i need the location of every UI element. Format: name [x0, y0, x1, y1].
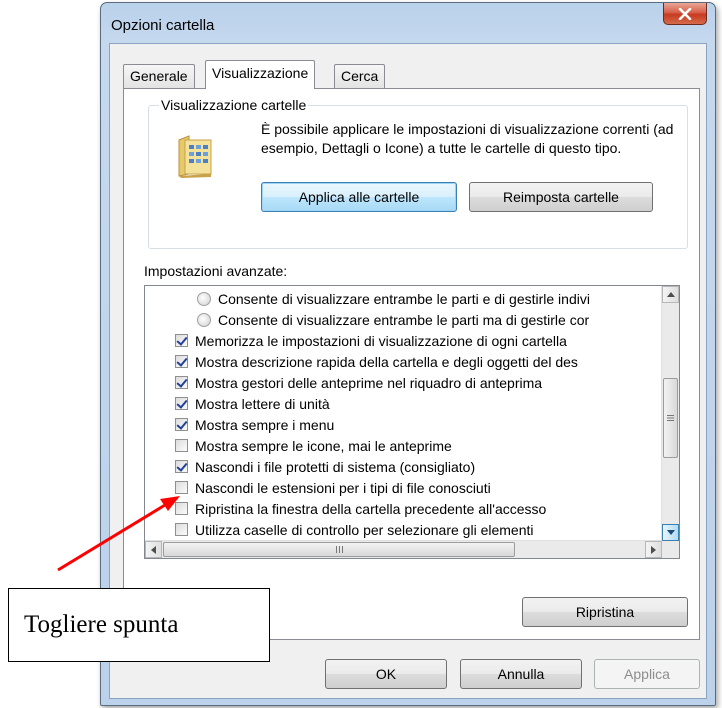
list-item[interactable]: Nascondi i file protetti di sistema (con… [175, 456, 475, 477]
horizontal-scrollbar[interactable] [145, 540, 662, 558]
vertical-scroll-thumb[interactable] [663, 378, 678, 458]
arrow-left-icon [151, 545, 156, 554]
restore-defaults-button[interactable]: Ripristina [522, 597, 688, 627]
annotation-callout: Togliere spunta [8, 588, 270, 662]
checkbox-checked[interactable] [175, 418, 188, 431]
horizontal-scroll-thumb[interactable] [163, 542, 515, 557]
list-item-label: Nascondi le estensioni per i tipi di fil… [195, 479, 491, 496]
checkbox-unchecked[interactable] [175, 439, 188, 452]
list-item[interactable]: Ripristina la finestra della cartella pr… [175, 498, 546, 519]
folder-view-icon [178, 135, 212, 178]
list-item-label: Consente di visualizzare entrambe le par… [218, 290, 590, 307]
apply-button: Applica [594, 659, 700, 689]
list-item[interactable]: Utilizza caselle di controllo per selezi… [175, 519, 534, 540]
tab-generale[interactable]: Generale [123, 64, 195, 88]
button-label: Annulla [497, 666, 545, 682]
list-item[interactable]: Mostra lettere di unità [175, 393, 330, 414]
tab-label: Cerca [341, 68, 379, 84]
list-item-hide-extensions[interactable]: Nascondi le estensioni per i tipi di fil… [175, 477, 491, 498]
apply-to-folders-button[interactable]: Applica alle cartelle [261, 182, 457, 212]
ok-button[interactable]: OK [325, 659, 447, 689]
folder-view-group: Visualizzazione cartelle È possibile app… [148, 97, 688, 249]
checkbox-checked[interactable] [175, 334, 188, 347]
vertical-scrollbar[interactable] [661, 286, 679, 541]
checkbox-checked[interactable] [175, 397, 188, 410]
arrow-right-icon [651, 545, 656, 554]
checkbox-unchecked[interactable] [175, 481, 188, 494]
close-icon [678, 7, 692, 20]
arrow-up-icon [666, 292, 675, 297]
scroll-right-button[interactable] [645, 541, 662, 558]
list-item-label: Memorizza le impostazioni di visualizzaz… [195, 332, 567, 349]
list-item-label: Mostra gestori delle anteprime nel riqua… [195, 374, 543, 391]
scroll-left-button[interactable] [145, 541, 162, 558]
list-item[interactable]: Mostra gestori delle anteprime nel riqua… [175, 372, 542, 393]
advanced-settings-label: Impostazioni avanzate: [144, 263, 288, 279]
checkbox-checked[interactable] [175, 355, 188, 368]
list-item-label: Consente di visualizzare entrambe le par… [218, 311, 590, 328]
tab-panel-visualizzazione: Visualizzazione cartelle È possibile app… [123, 88, 700, 640]
radio-button[interactable] [197, 312, 211, 327]
scroll-up-button[interactable] [662, 286, 679, 303]
list-item[interactable]: Consente di visualizzare entrambe le par… [197, 309, 589, 330]
list-item-label: Nascondi i file protetti di sistema (con… [195, 458, 476, 475]
checkbox-checked[interactable] [175, 460, 188, 473]
advanced-settings-list[interactable]: Consente di visualizzare entrambe le par… [144, 285, 680, 559]
checkbox-checked[interactable] [175, 376, 188, 389]
group-legend: Visualizzazione cartelle [159, 97, 309, 113]
scroll-corner [662, 541, 679, 558]
tab-label: Visualizzazione [212, 65, 309, 81]
cancel-button[interactable]: Annulla [460, 659, 582, 689]
grip-icon [335, 546, 343, 553]
reset-folders-button[interactable]: Reimposta cartelle [469, 182, 653, 212]
list-item[interactable]: Mostra sempre i menu [175, 414, 334, 435]
close-button[interactable] [663, 3, 707, 25]
checkbox-unchecked[interactable] [175, 502, 188, 515]
tab-visualizzazione[interactable]: Visualizzazione [205, 60, 316, 89]
arrow-down-icon [666, 530, 675, 535]
button-label: Ripristina [575, 604, 635, 620]
list-item[interactable]: Consente di visualizzare entrambe le par… [197, 288, 590, 309]
window-title: Opzioni cartella [111, 17, 215, 34]
button-label: Applica alle cartelle [298, 189, 420, 205]
list-item[interactable]: Mostra sempre le icone, mai le anteprime [175, 435, 452, 456]
list-item-label: Mostra sempre i menu [195, 416, 335, 433]
radio-button[interactable] [197, 291, 211, 306]
folder-view-description: È possibile applicare le impostazioni di… [261, 121, 674, 156]
list-item[interactable]: Memorizza le impostazioni di visualizzaz… [175, 330, 567, 351]
button-label: Applica [624, 666, 670, 682]
list-item-label: Ripristina la finestra della cartella pr… [195, 500, 547, 517]
list-item-label: Mostra lettere di unità [195, 395, 330, 412]
list-item-label: Mostra descrizione rapida della cartella… [195, 353, 578, 370]
tab-cerca[interactable]: Cerca [334, 64, 386, 88]
button-label: OK [375, 666, 397, 682]
list-item-label: Utilizza caselle di controllo per selezi… [195, 521, 534, 538]
list-item[interactable]: Mostra descrizione rapida della cartella… [175, 351, 578, 372]
button-label: Reimposta cartelle [503, 189, 619, 205]
grip-icon [667, 415, 674, 421]
tab-label: Generale [130, 68, 188, 84]
annotation-text: Togliere spunta [24, 611, 179, 638]
checkbox-unchecked[interactable] [175, 523, 188, 536]
scroll-down-button[interactable] [662, 524, 679, 541]
list-item-label: Mostra sempre le icone, mai le anteprime [195, 437, 452, 454]
